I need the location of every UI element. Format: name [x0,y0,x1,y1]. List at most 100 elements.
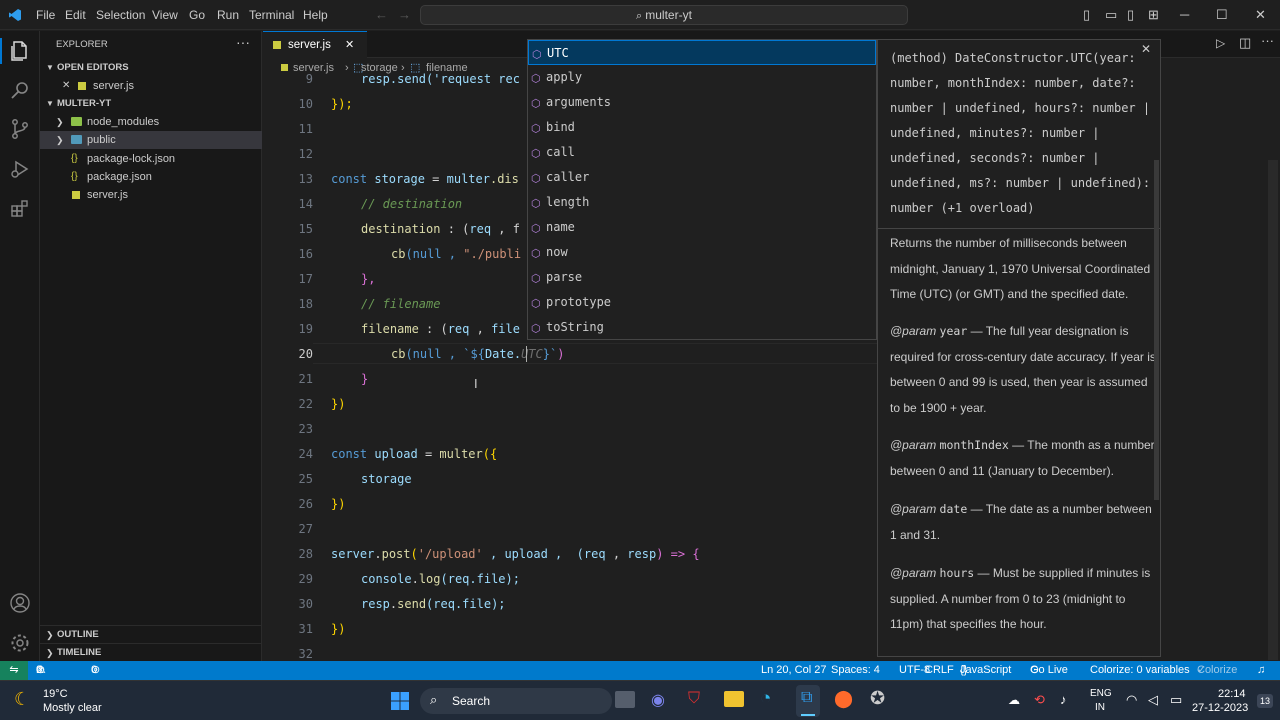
open-editors-header[interactable]: ▼ OPEN EDITORS [40,59,262,77]
notifications-bell-icon[interactable]: ♫ [1257,661,1265,680]
timeline-header[interactable]: ❯ TIMELINE [40,643,262,661]
maximize-icon[interactable]: ☐ [1216,7,1228,23]
suggestion-item[interactable]: ⬡ length [528,190,876,215]
toggle-panel-icon[interactable]: ▭ [1105,7,1117,23]
open-editor-item-server[interactable]: ✕ server.js [40,77,262,95]
github-desktop-icon[interactable]: ✪ [870,688,885,709]
details-scrollbar[interactable] [1154,160,1159,500]
task-view-icon[interactable] [615,691,635,708]
notification-badge[interactable]: 13 [1257,694,1273,708]
customize-layout-icon[interactable]: ⊞ [1148,7,1159,23]
weather-moon-icon[interactable]: ☾ [14,689,30,710]
suggestion-item[interactable]: ⬡ prototype [528,290,876,315]
suggestion-item[interactable]: ⬡ toString [528,315,876,340]
menu-edit[interactable]: Edit [65,8,86,22]
file-explorer-icon[interactable] [724,691,744,707]
clock-date[interactable]: 27-12-2023 [1192,702,1248,714]
code-line-25: storage [361,472,412,486]
tray-app-icon[interactable]: ⟲ [1034,692,1045,708]
microphone-icon[interactable]: ♪ [1060,692,1067,707]
js-file-icon [281,64,288,71]
speaker-icon[interactable]: ◁ [1148,692,1158,708]
suggestion-item[interactable]: ⬡ now [528,240,876,265]
timeline-label: TIMELINE [57,647,102,658]
explorer-icon[interactable] [8,39,32,63]
colorize-status[interactable]: Colorize: 0 variables [1090,661,1190,680]
back-arrow-icon[interactable]: ← [375,7,388,22]
more-actions-icon[interactable]: ··· [236,34,250,50]
edge-browser-icon[interactable]: ◔ [760,688,771,710]
clock-time[interactable]: 22:14 [1218,688,1246,700]
tree-item-server[interactable]: server.js [40,186,262,204]
minimize-icon[interactable]: ─ [1180,7,1189,22]
method-icon: ⬡ [531,147,541,160]
suggest-widget[interactable]: ⬡ UTC ⬡ apply ⬡ arguments ⬡ bind ⬡ call ⬡ call… [527,39,877,340]
tab-server-js[interactable]: server.js ✕ [263,31,367,58]
vscode-taskbar-button[interactable]: ⧉ [796,685,820,717]
more-actions-icon[interactable]: ··· [1261,33,1274,48]
close-icon[interactable]: ✕ [62,77,70,95]
run-debug-icon[interactable] [8,157,32,181]
suggestion-item[interactable]: ⬡ name [528,215,876,240]
param-year: @param year — The full year designation … [890,324,1156,415]
suggestion-item[interactable]: ⬡ parse [528,265,876,290]
wifi-icon[interactable]: ◠ [1126,692,1137,708]
suggestion-item-selected[interactable]: ⬡ UTC [528,40,876,65]
run-icon[interactable]: ▷ [1216,36,1225,50]
toggle-sidebar-icon[interactable]: ▯ [1083,7,1090,23]
cursor-position[interactable]: Ln 20, Col 27 [761,661,826,680]
suggestion-item[interactable]: ⬡ bind [528,115,876,140]
search-icon[interactable] [8,78,32,102]
teams-chat-icon[interactable]: ◉ [651,690,665,710]
suggestion-item[interactable]: ⬡ call [528,140,876,165]
project-header[interactable]: ▼ MULTER-YT [40,95,262,113]
command-center-search[interactable]: ⌕ multer-yt [420,5,908,25]
extensions-icon[interactable] [8,197,32,221]
weather-temp[interactable]: 19°C [43,688,68,700]
windows-start-icon[interactable] [390,691,410,711]
method-icon: ⬡ [531,297,541,310]
tree-item-package-lock[interactable]: {} package-lock.json [40,150,262,168]
language-region[interactable]: IN [1095,702,1105,713]
weather-condition[interactable]: Mostly clear [43,702,102,714]
end-of-line[interactable]: CRLF [925,661,954,680]
menu-selection[interactable]: Selection [96,8,145,22]
tree-item-package[interactable]: {} package.json [40,168,262,186]
tree-item-public[interactable]: ❯ public [40,131,262,149]
split-editor-icon[interactable]: ◫ [1239,35,1251,51]
suggestion-item[interactable]: ⬡ arguments [528,90,876,115]
line-number: 10 [298,97,313,111]
account-icon[interactable] [8,591,32,615]
menu-file[interactable]: File [36,8,55,22]
close-icon[interactable]: ✕ [345,32,354,58]
tray-overflow-icon[interactable]: ☁ [1008,693,1020,707]
taskbar-search-box[interactable]: ⌕ Search [420,688,612,714]
method-icon: ⬡ [531,197,541,210]
vscode-icon: ⧉ [801,689,813,706]
language-indicator[interactable]: ENG [1090,688,1112,699]
toggle-secondary-sidebar-icon[interactable]: ▯ [1127,7,1134,23]
suggestion-label: UTC [547,46,569,60]
close-window-icon[interactable]: ✕ [1255,7,1266,23]
postman-icon[interactable]: ⬤ [834,689,853,709]
project-label: MULTER-YT [57,98,112,109]
outline-header[interactable]: ❯ OUTLINE [40,625,262,643]
activity-bar [0,31,40,661]
source-control-icon[interactable] [8,117,32,141]
suggestion-item[interactable]: ⬡ apply [528,65,876,90]
menu-go[interactable]: Go [189,8,205,22]
menu-run[interactable]: Run [217,8,239,22]
mcafee-icon[interactable]: ⛉ [688,690,700,708]
suggestion-item[interactable]: ⬡ caller [528,165,876,190]
forward-arrow-icon[interactable]: → [398,7,411,22]
editor-scrollbar[interactable] [1268,160,1278,660]
remote-icon[interactable]: ⇋ [0,661,28,680]
menu-help[interactable]: Help [303,8,328,22]
battery-icon[interactable]: ▭ [1170,692,1182,708]
tree-item-node-modules[interactable]: ❯ node_modules [40,113,262,131]
settings-gear-icon[interactable] [8,631,32,655]
menu-terminal[interactable]: Terminal [249,8,294,22]
indentation[interactable]: Spaces: 4 [831,661,880,680]
menu-view[interactable]: View [152,8,178,22]
open-editor-label: server.js [93,80,134,92]
